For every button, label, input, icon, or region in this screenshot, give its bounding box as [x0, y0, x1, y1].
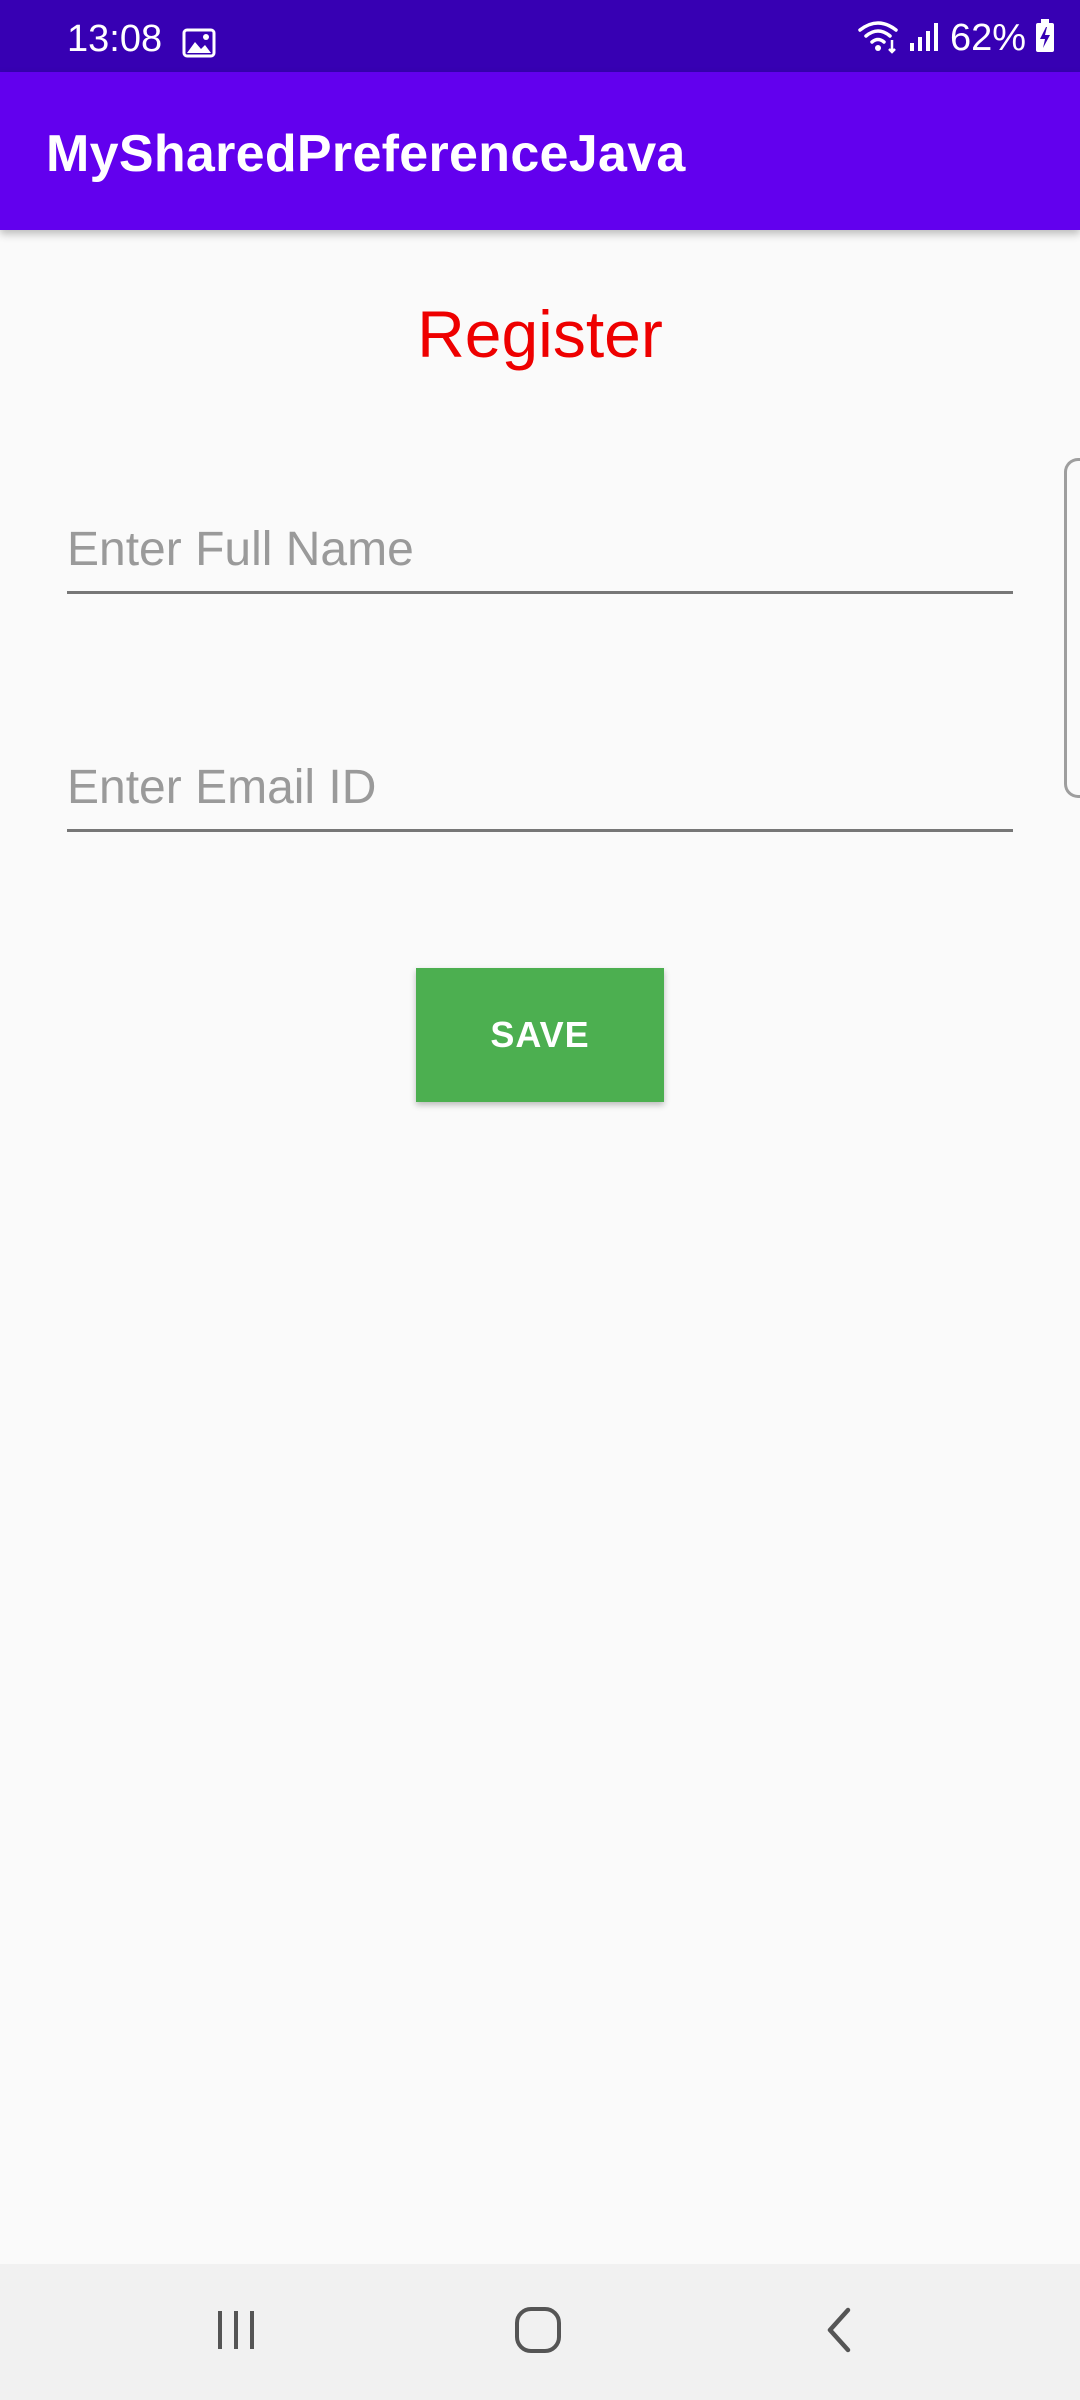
navigation-bar	[0, 2264, 1080, 2400]
edge-panel-handle[interactable]	[1064, 458, 1080, 798]
app-title: MySharedPreferenceJava	[46, 125, 686, 183]
battery-percentage: 62%	[949, 17, 1026, 59]
back-button[interactable]	[800, 2292, 880, 2372]
app-bar: MySharedPreferenceJava	[0, 72, 1080, 230]
full-name-input[interactable]	[67, 516, 1013, 594]
home-button[interactable]	[498, 2292, 578, 2372]
register-heading: Register	[417, 297, 663, 371]
signal-icon	[908, 19, 942, 58]
save-button[interactable]: SAVE	[416, 968, 664, 1102]
status-time: 13:08	[67, 18, 163, 60]
home-icon	[512, 2304, 564, 2361]
image-icon	[182, 28, 216, 58]
status-icons: 62%	[856, 16, 1056, 60]
recents-button[interactable]	[196, 2292, 276, 2372]
email-input[interactable]	[67, 754, 1013, 832]
back-icon	[820, 2304, 860, 2361]
screen: 13:08 62% MySharedPreferenceJava Registe…	[0, 0, 1080, 2400]
battery-charging-icon	[1034, 18, 1056, 59]
recents-icon	[212, 2307, 260, 2358]
wifi-icon	[856, 18, 900, 59]
status-bar: 13:08 62%	[0, 0, 1080, 72]
